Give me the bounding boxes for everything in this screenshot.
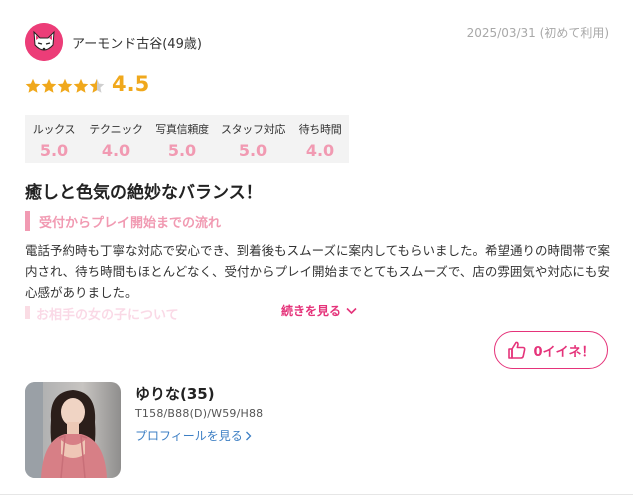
view-profile-link[interactable]: プロフィールを見る (135, 427, 252, 444)
faded-section-title: お相手の女の子について (36, 308, 179, 323)
chevron-down-icon (346, 307, 357, 314)
cast-name: ゆりな(35) (135, 385, 215, 403)
fox-mask-icon (25, 23, 63, 61)
score-staff: スタッフ対応 5.0 (215, 115, 291, 163)
review-date: 2025/03/31 (初めて利用) (466, 26, 609, 40)
like-button[interactable]: 0イイネ！ (494, 331, 608, 369)
score-technique: テクニック 4.0 (83, 115, 149, 163)
score-value: 4.0 (101, 141, 131, 160)
section-title: 受付からプレイ開始までの流れ (39, 215, 222, 231)
score-label: ルックス (32, 123, 76, 136)
star-icon (41, 78, 57, 93)
review-body: 電話予約時も丁寧な対応で安心でき、到着後もスムーズに案内してもらいました。希望通… (25, 243, 611, 300)
chevron-right-icon (245, 431, 252, 440)
score-value: 5.0 (39, 141, 69, 160)
score-value: 4.0 (305, 141, 335, 160)
score-value: 5.0 (167, 141, 197, 160)
read-more-label: 続きを見る (281, 304, 342, 318)
section-header: 受付からプレイ開始までの流れ (25, 210, 221, 232)
half-star-icon (89, 78, 105, 93)
cast-photo-image (25, 382, 121, 478)
star-icon (25, 78, 41, 93)
score-label: 写真信頼度 (155, 123, 209, 136)
profile-link-label: プロフィールを見る (135, 429, 243, 443)
star-rating (25, 78, 105, 93)
score-label: スタッフ対応 (220, 123, 286, 136)
review-title: 癒しと色気の絶妙なバランス！ (25, 183, 263, 203)
section-bar (25, 211, 30, 231)
score-photo-reliability: 写真信頼度 5.0 (149, 115, 215, 163)
score-label: 待ち時間 (298, 123, 342, 136)
score-table: ルックス 5.0 テクニック 4.0 写真信頼度 5.0 スタッフ対応 5.0 … (25, 115, 349, 163)
bottom-divider (0, 494, 633, 495)
rating-score: 4.5 (112, 72, 150, 96)
cast-photo[interactable] (25, 382, 121, 478)
score-looks: ルックス 5.0 (25, 115, 83, 163)
read-more-link[interactable]: 続きを見る (281, 302, 357, 319)
cast-measurements: T158/B88(D)/W59/H88 (135, 407, 264, 420)
reviewer-name: アーモンド古谷(49歳) (72, 37, 202, 52)
star-icon (57, 78, 73, 93)
reviewer-avatar (25, 23, 63, 61)
score-label: テクニック (89, 123, 143, 136)
thumbs-up-icon (508, 341, 526, 359)
score-wait-time: 待ち時間 4.0 (291, 115, 349, 163)
score-value: 5.0 (238, 141, 268, 160)
star-icon (73, 78, 89, 93)
like-count: 0イイネ！ (533, 344, 595, 360)
